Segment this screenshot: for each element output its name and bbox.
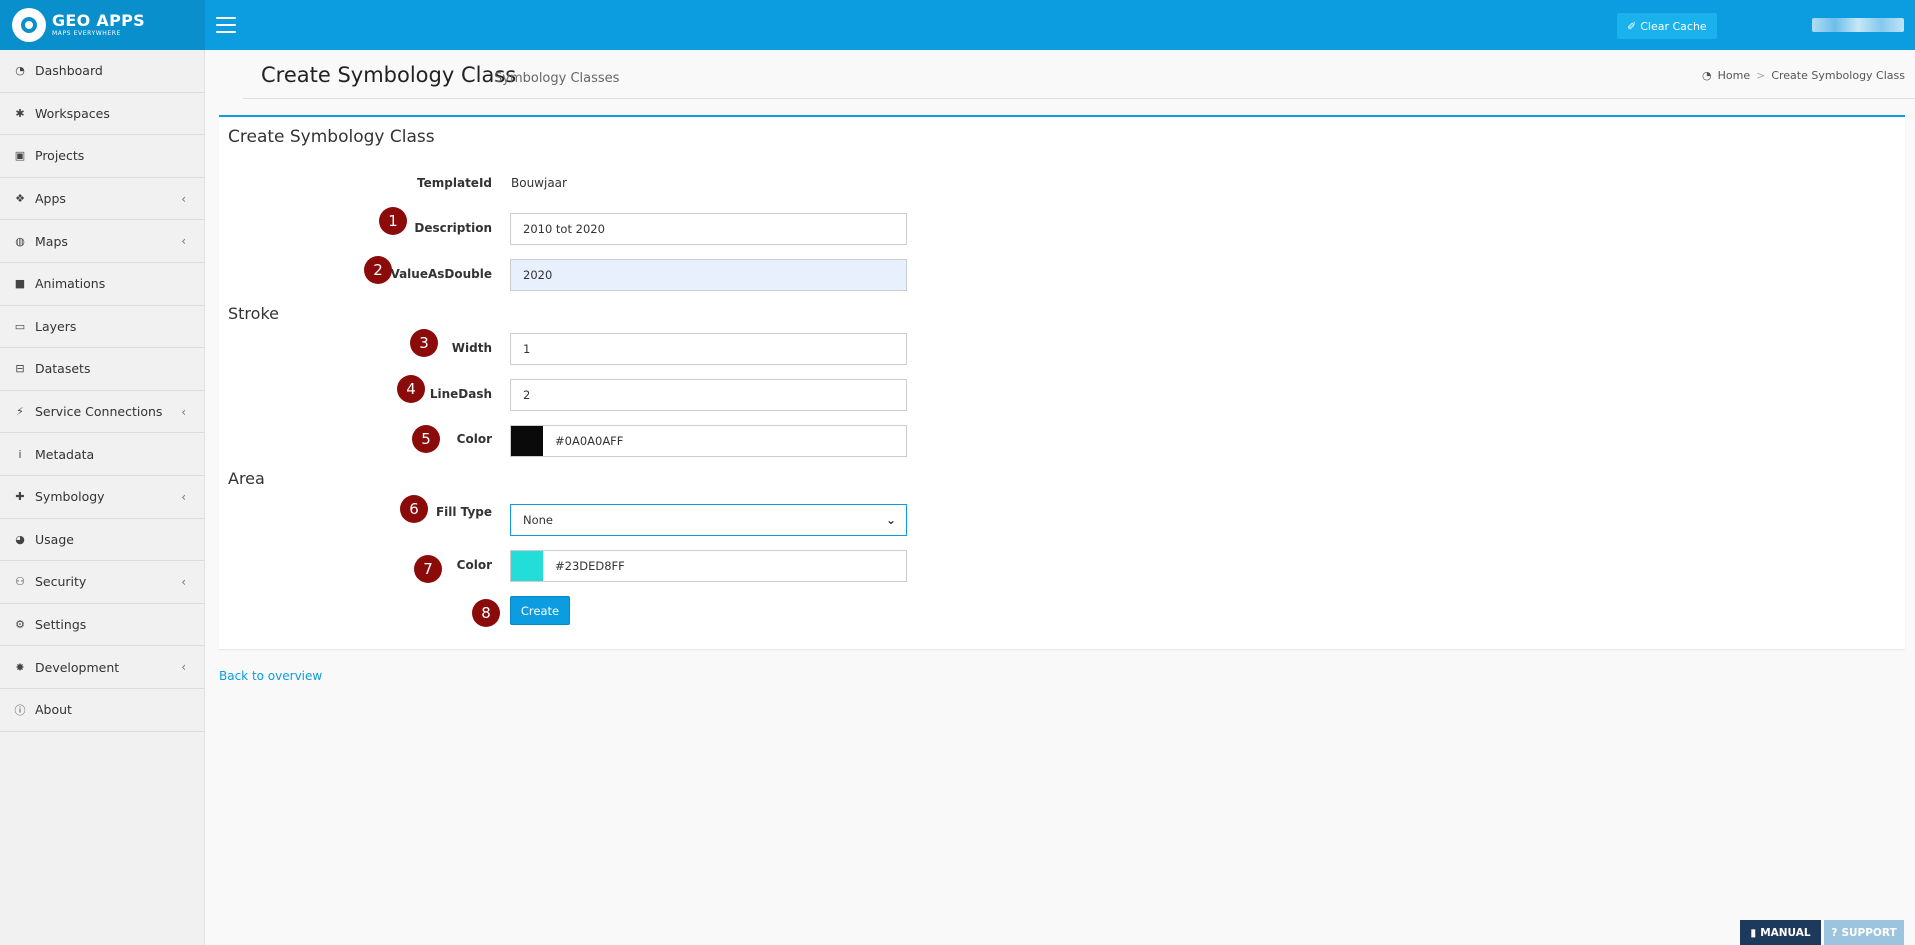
breadcrumb: ◔ Home > Create Symbology Class (1702, 69, 1905, 82)
briefcase-icon: ▣ (14, 149, 26, 163)
globe-icon: ◍ (15, 234, 25, 248)
sidebar-item-development[interactable]: ✸ Development ‹ (0, 646, 204, 689)
page-subtitle: Symbology Classes (494, 71, 620, 86)
puzzle-icon: ✚ (15, 490, 25, 504)
sidebar-item-datasets[interactable]: ⊟ Datasets (0, 348, 204, 391)
dashboard-icon: ◔ (1702, 69, 1712, 82)
breadcrumb-current: Create Symbology Class (1771, 69, 1905, 82)
value-as-double-label: ValueAsDouble (390, 267, 492, 281)
fill-type-label: Fill Type (435, 505, 492, 519)
brand-logo[interactable]: GEO APPS MAPS EVERYWHERE (0, 0, 205, 50)
info-icon: i (18, 447, 22, 461)
brand-subtitle: MAPS EVERYWHERE (52, 30, 121, 37)
sidebar-item-apps[interactable]: ❖ Apps ‹ (0, 178, 204, 221)
width-input[interactable]: 1 (510, 333, 907, 365)
support-button[interactable]: ? SUPPORT (1824, 920, 1904, 945)
area-color-label: Color (456, 558, 492, 572)
users-icon: ⚇ (15, 575, 25, 589)
sidebar-item-about[interactable]: ⓘ About (0, 689, 204, 732)
map-pin-logo-icon (12, 8, 46, 42)
annotation-badge-8: 8 (472, 599, 500, 627)
sidebar: ◔ Dashboard ✱ Workspaces ▣ Projects ❖ Apps ‹ … (0, 50, 205, 945)
chevron-left-icon: ‹ (181, 575, 186, 590)
gear-icon: ⚙ (15, 618, 25, 632)
eraser-icon: ✐ (1627, 19, 1637, 33)
area-color-swatch[interactable] (511, 551, 543, 581)
sidebar-item-layers[interactable]: ▭ Layers (0, 306, 204, 349)
fill-type-select[interactable]: None ⌄ (510, 504, 907, 536)
breadcrumb-home[interactable]: Home (1718, 69, 1750, 82)
description-input[interactable]: 2010 tot 2020 (510, 213, 907, 245)
chevron-left-icon: ‹ (181, 404, 186, 419)
chevron-left-icon: ‹ (181, 234, 186, 249)
box-title: Create Symbology Class (228, 127, 435, 147)
manual-button[interactable]: ▮ MANUAL (1740, 920, 1821, 945)
chevron-left-icon: ‹ (181, 489, 186, 504)
stroke-color-value: #0A0A0AFF (555, 434, 624, 448)
stroke-color-picker[interactable]: #0A0A0AFF (510, 425, 907, 457)
content-header: Create Symbology Class Symbology Classes… (243, 53, 1915, 99)
sidebar-item-service-connections[interactable]: ⚡ Service Connections ‹ (0, 391, 204, 434)
area-section-title: Area (228, 469, 265, 488)
hamburger-menu-icon[interactable] (216, 17, 236, 33)
cubes-icon: ❖ (15, 192, 25, 206)
back-to-overview-link[interactable]: Back to overview (219, 669, 322, 683)
breadcrumb-separator: > (1756, 69, 1766, 82)
video-camera-icon: ■ (14, 277, 26, 291)
fill-type-value: None (523, 513, 554, 527)
create-form-box: Create Symbology Class TemplateId Bouwja… (219, 115, 1905, 649)
clear-cache-label: Clear Cache (1640, 19, 1707, 33)
description-label: Description (414, 221, 492, 235)
value-as-double-input[interactable]: 2020 (510, 259, 907, 291)
stroke-color-label: Color (456, 432, 492, 446)
sidebar-item-metadata[interactable]: i Metadata (0, 433, 204, 476)
sidebar-item-security[interactable]: ⚇ Security ‹ (0, 561, 204, 604)
sidebar-item-maps[interactable]: ◍ Maps ‹ (0, 220, 204, 263)
question-icon: ? (1831, 926, 1838, 939)
create-button[interactable]: Create (510, 596, 570, 625)
user-menu[interactable] (1812, 18, 1904, 32)
bug-icon: ✸ (15, 660, 25, 674)
stroke-section-title: Stroke (228, 304, 279, 323)
area-color-picker[interactable]: #23DED8FF (510, 550, 907, 582)
linedash-label: LineDash (429, 387, 492, 401)
top-navbar: GEO APPS MAPS EVERYWHERE ✐ Clear Cache (0, 0, 1915, 50)
sidebar-item-settings[interactable]: ⚙ Settings (0, 604, 204, 647)
sidebar-item-projects[interactable]: ▣ Projects (0, 135, 204, 178)
asterisk-icon: ✱ (15, 106, 25, 120)
plug-icon: ⚡ (16, 405, 24, 419)
dashboard-icon: ◔ (15, 64, 25, 78)
linedash-input[interactable]: 2 (510, 379, 907, 411)
chevron-left-icon: ‹ (181, 660, 186, 675)
width-label: Width (451, 341, 492, 355)
map-icon: ▭ (14, 319, 26, 333)
pie-chart-icon: ◕ (15, 532, 25, 546)
area-color-value: #23DED8FF (555, 559, 625, 573)
template-id-value: Bouwjaar (511, 176, 567, 190)
hdd-icon: ⊟ (15, 362, 25, 376)
info-circle-icon: ⓘ (14, 703, 26, 717)
sidebar-item-workspaces[interactable]: ✱ Workspaces (0, 93, 204, 136)
chevron-down-icon: ⌄ (885, 513, 896, 527)
sidebar-item-symbology[interactable]: ✚ Symbology ‹ (0, 476, 204, 519)
brand-title: GEO APPS (52, 11, 145, 30)
page-title: Create Symbology Class (261, 63, 517, 87)
template-id-label: TemplateId (417, 176, 492, 190)
sidebar-item-dashboard[interactable]: ◔ Dashboard (0, 50, 204, 93)
stroke-color-swatch[interactable] (511, 426, 543, 456)
book-icon: ▮ (1750, 926, 1757, 939)
chevron-left-icon: ‹ (181, 191, 186, 206)
clear-cache-button[interactable]: ✐ Clear Cache (1617, 13, 1717, 39)
sidebar-item-animations[interactable]: ■ Animations (0, 263, 204, 306)
sidebar-item-usage[interactable]: ◕ Usage (0, 519, 204, 562)
